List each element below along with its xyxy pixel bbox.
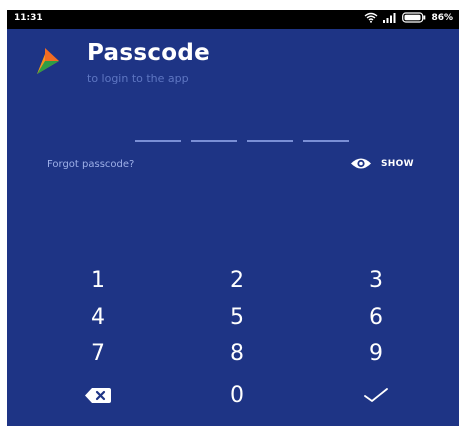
checkmark-icon: [364, 388, 388, 402]
numeric-keypad: 1 2 3 4 5 6 7 8 9 0: [7, 10, 459, 426]
key-7[interactable]: 7: [68, 336, 128, 370]
key-5[interactable]: 5: [207, 300, 267, 334]
confirm-button[interactable]: [346, 378, 406, 412]
key-2[interactable]: 2: [207, 263, 267, 297]
backspace-icon: [85, 387, 111, 403]
key-9[interactable]: 9: [346, 336, 406, 370]
key-0[interactable]: 0: [207, 378, 267, 412]
passcode-screen: 11:31 86% Passcode to login to the app F…: [7, 10, 459, 426]
key-6[interactable]: 6: [346, 300, 406, 334]
key-3[interactable]: 3: [346, 263, 406, 297]
key-4[interactable]: 4: [68, 300, 128, 334]
key-1[interactable]: 1: [68, 263, 128, 297]
backspace-button[interactable]: [68, 378, 128, 412]
key-8[interactable]: 8: [207, 336, 267, 370]
